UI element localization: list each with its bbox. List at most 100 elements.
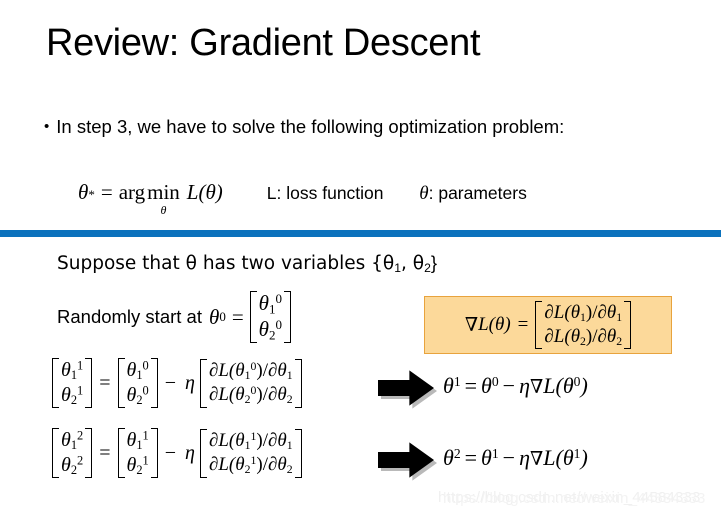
u1-rhs-r1-base: θ: [126, 359, 137, 381]
u1-g1-base2: θ: [277, 359, 287, 381]
update2-lhs-rows: θ12 θ22: [61, 428, 83, 478]
grad-row2-sub2: 2: [616, 334, 623, 348]
update1-lhs-bracket-left: [52, 358, 59, 409]
u2-g1-partial: ∂: [208, 429, 219, 451]
initial-theta-symbol: θ: [208, 304, 220, 329]
r1-lhs-sup: 1: [453, 373, 461, 389]
gradient-vector-rows: ∂L(θ1)/∂θ1 ∂L(θ2)/∂θ2: [544, 301, 622, 350]
r2-minus: −: [502, 445, 516, 470]
loss-expression: L(θ): [186, 180, 223, 204]
u2-rhs-r2-base: θ: [126, 454, 137, 477]
u2-g1-base: θ: [235, 429, 245, 451]
theta-star-superscript: *: [88, 187, 95, 202]
update2-grad-bracket-left: [199, 428, 207, 478]
vector-row-2: θ20: [259, 317, 282, 343]
r2-equals: =: [464, 445, 478, 470]
bullet-text: In step 3, we have to solve the followin…: [56, 116, 565, 137]
u1-g1-partial2: ∂: [267, 359, 278, 381]
vector-row-1-sup: 0: [275, 291, 283, 307]
u2-g2-base2: θ: [277, 454, 287, 476]
r2-eta: η: [519, 445, 531, 470]
argmin-equation: θ * = arg min θ L(θ): [78, 180, 223, 216]
grad-row1-base2: θ: [606, 301, 617, 323]
gradient-definition-box: ∇ L(θ) = ∂L(θ1)/∂θ1 ∂L(θ2)/∂θ2: [424, 296, 672, 354]
u1-g2-base: θ: [235, 384, 245, 406]
update2-grad-rows: ∂L(θ11)/∂θ1 ∂L(θ21)/∂θ2: [209, 429, 293, 478]
update2-equals: =: [99, 441, 111, 464]
randomly-start-line: Randomly start at θ0 = θ10 θ20: [57, 291, 292, 344]
update-equation-row-1: θ11 θ21 = θ10 θ20 − η ∂L(θ10)/∂θ1 ∂L(θ20…: [52, 358, 302, 409]
gradient-bracket-left: [535, 300, 543, 350]
theta-star-symbol: θ: [78, 180, 89, 204]
arrow-body-1: [378, 370, 434, 406]
u1-rhs-r2-sup: 0: [142, 383, 149, 398]
min-text: min: [147, 180, 180, 204]
u1-g2-partial: ∂: [208, 384, 219, 406]
grad-row1-sub2: 1: [616, 310, 623, 324]
u1-g1-sub2: 1: [286, 368, 293, 382]
partial-symbol-2b: ∂: [597, 326, 607, 347]
gradient-equals: =: [517, 314, 529, 335]
update1-rhs-rows: θ10 θ20: [127, 358, 149, 408]
r2-lhs-base: θ: [443, 445, 454, 470]
initial-theta-equals: =: [231, 304, 244, 329]
page-title: Review: Gradient Descent: [46, 22, 481, 64]
grad-row1-close: )/: [585, 301, 598, 323]
argmin-equals: =: [100, 180, 113, 204]
vector-row-1: θ10: [259, 291, 282, 317]
update1-lhs-row-2: θ21: [61, 383, 83, 408]
update1-rhs-row-1: θ10: [127, 358, 149, 383]
u2-rhs-r2-sup: 1: [142, 453, 149, 468]
update2-rhs-bracket-left: [117, 428, 125, 479]
r2-L: L(: [543, 445, 563, 470]
u1-g1-close: )/: [256, 359, 268, 381]
u1-g2-partial2: ∂: [267, 384, 278, 406]
update1-equals: =: [99, 371, 111, 394]
gradient-bracket-right: [624, 300, 632, 350]
update2-grad-row-2: ∂L(θ21)/∂θ2: [209, 453, 293, 477]
gradient-definition-equation: ∇ L(θ) = ∂L(θ1)/∂θ1 ∂L(θ2)/∂θ2: [465, 300, 632, 350]
watermark: https://blog.csdn.net/weixin_44584333 ht…: [438, 489, 705, 507]
u2-g1-L: L(: [218, 429, 236, 451]
vector-row-2-sup: 0: [275, 317, 283, 333]
min-under-variable: θ: [160, 203, 167, 217]
vector-rows: θ10 θ20: [259, 291, 282, 343]
right-arrow-icon-2: [378, 440, 437, 481]
partial-symbol-1b: ∂: [597, 301, 607, 323]
update1-rhs-row-2: θ20: [127, 383, 149, 408]
suppose-suffix: }: [430, 252, 438, 273]
u2-g2-L: L(: [218, 454, 236, 476]
u2-lhs-r1-base: θ: [61, 429, 71, 451]
update1-rhs-vector: θ10 θ20: [117, 358, 158, 409]
r1-L: L(: [543, 373, 563, 398]
vector-row-2-base: θ: [258, 317, 269, 342]
update2-eta: η: [185, 441, 195, 464]
r1-minus: −: [502, 373, 516, 398]
update1-gradient-vector: ∂L(θ10)/∂θ1 ∂L(θ20)/∂θ2: [199, 358, 302, 408]
right-arrow-icon-1: [378, 368, 437, 409]
u1-rhs-r2-base: θ: [126, 384, 137, 407]
u1-g2-sub2: 2: [286, 393, 293, 407]
gradient-vector-row-1: ∂L(θ1)/∂θ1: [544, 301, 622, 325]
u1-lhs-r1-sup: 1: [77, 358, 84, 373]
update1-grad-row-1: ∂L(θ10)/∂θ1: [209, 359, 293, 383]
update2-lhs-vector: θ12 θ22: [52, 428, 93, 479]
suppose-line: Suppose that θ has two variables {θ1, θ2…: [57, 252, 437, 275]
update1-lhs-vector: θ11 θ21: [52, 358, 93, 409]
r1-nabla-icon: ∇: [530, 376, 544, 398]
update2-rhs-row-1: θ11: [127, 428, 149, 453]
r2-nabla-icon: ∇: [530, 448, 544, 470]
update1-grad-bracket-left: [199, 358, 207, 408]
u2-g2-partial2: ∂: [267, 454, 278, 476]
u1-lhs-r2-sup: 1: [77, 383, 84, 398]
r1-arg-base: θ: [562, 373, 574, 398]
u1-rhs-r1-sup: 0: [142, 358, 149, 373]
arrow-body-2: [378, 442, 434, 478]
grad-row1-L: L(: [553, 301, 571, 323]
watermark-ghost: https://blog.csdn.net/weixin_44584333: [443, 489, 706, 507]
r2-arg-base: θ: [562, 445, 574, 470]
r2-close: ): [580, 445, 588, 470]
legend-parameters-text: : parameters: [428, 183, 527, 203]
update1-rhs-bracket-right: [150, 358, 158, 409]
u2-rhs-r1-base: θ: [126, 429, 137, 451]
